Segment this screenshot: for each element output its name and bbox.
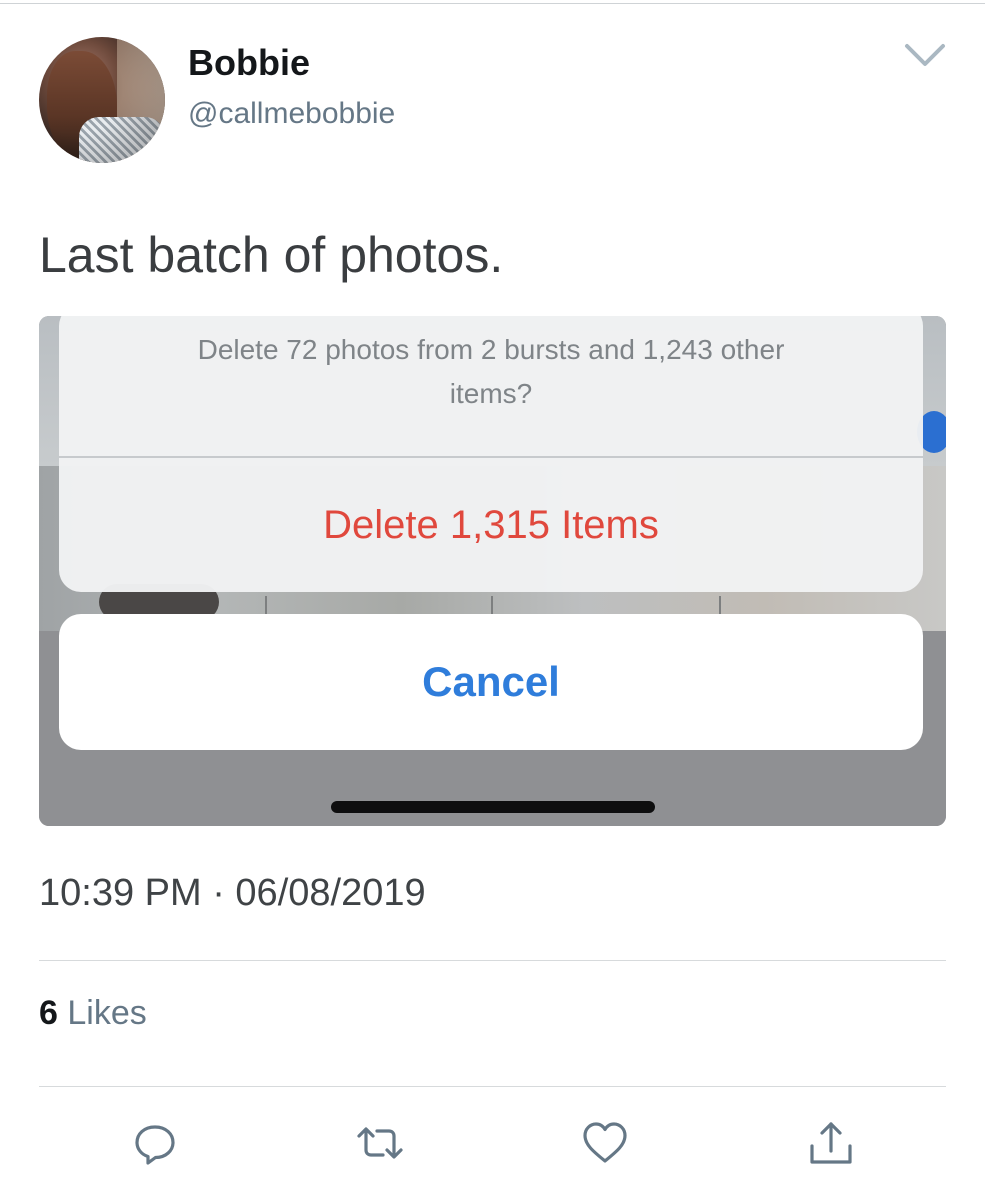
likes-count[interactable]: 6 Likes [39,994,147,1033]
action-sheet-message: Delete 72 photos from 2 bursts and 1,243… [197,334,785,409]
like-icon[interactable] [580,1118,630,1168]
tweet-media-image[interactable]: Delete 72 photos from 2 bursts and 1,243… [39,316,946,826]
tweet-text: Last batch of photos. [39,227,504,283]
top-divider [0,3,985,4]
delete-items-button: Delete 1,315 Items [323,502,659,547]
display-name[interactable]: Bobbie [188,42,310,84]
likes-label: Likes [67,994,147,1032]
reply-icon[interactable] [130,1118,180,1168]
tweet-timestamp: 10:39 PM · 06/08/2019 [39,872,426,914]
share-icon[interactable] [806,1118,856,1168]
retweet-icon[interactable] [355,1118,405,1168]
action-sheet: Delete 72 photos from 2 bursts and 1,243… [59,316,923,592]
avatar[interactable] [39,37,165,163]
home-indicator [331,801,655,813]
chevron-down-icon[interactable] [902,40,948,70]
likes-number: 6 [39,994,58,1032]
divider [39,960,946,961]
cancel-button: Cancel [59,614,923,750]
user-handle[interactable]: @callmebobbie [188,97,395,131]
divider [39,1086,946,1087]
